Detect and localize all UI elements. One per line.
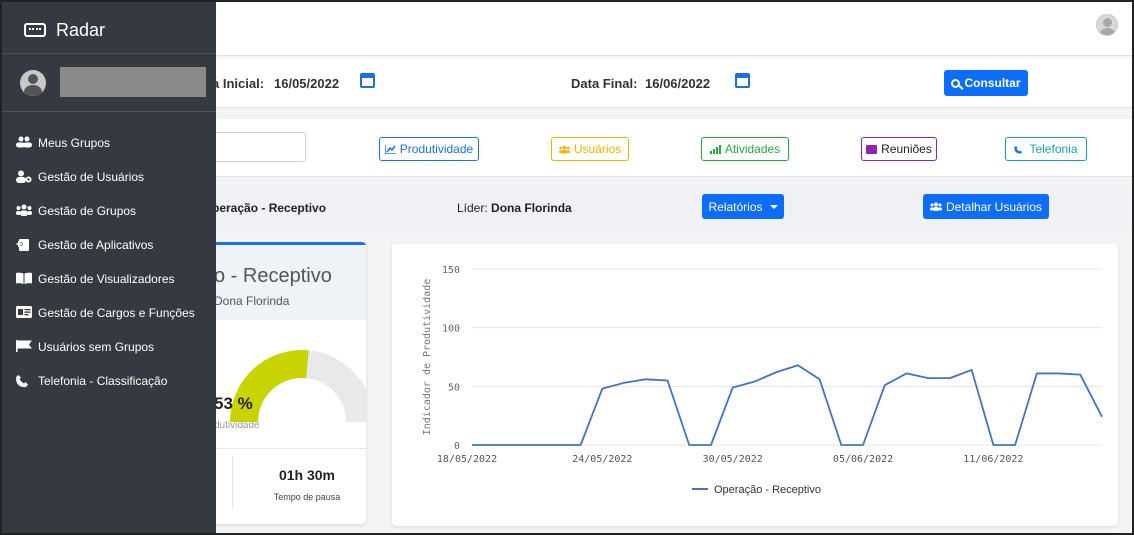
relatorios-dropdown-button[interactable]: Relatórios xyxy=(702,194,784,219)
search-input[interactable] xyxy=(202,132,306,162)
start-date-field[interactable]: 16/05/2022 xyxy=(274,76,339,91)
y-tick-label: 150 xyxy=(442,265,460,276)
end-date-field[interactable]: 16/06/2022 xyxy=(645,76,710,91)
divider xyxy=(232,456,233,508)
sidebar-item-2[interactable]: Gestão de Usuários xyxy=(2,160,216,194)
calendar-icon[interactable] xyxy=(735,73,750,88)
sidebar-item-label: Gestão de Cargos e Funções xyxy=(38,306,195,320)
sidebar-item-label: Gestão de Aplicativos xyxy=(38,238,154,252)
leader-label: Líder: xyxy=(457,201,488,215)
x-tick-label: 24/05/2022 xyxy=(572,454,632,465)
usuarios-label: Usuários xyxy=(573,142,622,156)
sidebar-item-label: Meus Grupos xyxy=(38,136,111,150)
group-summary-card: o - Receptivo Dona Florinda 53 % dutivid… xyxy=(202,242,366,524)
users-icon xyxy=(929,202,942,211)
pause-time-value: 01h 30m xyxy=(278,467,336,483)
detalhar-label: Detalhar Usuários xyxy=(945,199,1043,214)
app-add-icon xyxy=(16,238,32,252)
sidebar: Radar Meus Grupos Gestão de Usuários Gestã… xyxy=(2,2,216,533)
leader-name: Dona Florinda xyxy=(491,201,572,215)
telefonia-button[interactable]: Telefonia xyxy=(1005,137,1087,161)
usuarios-button[interactable]: Usuários xyxy=(551,137,629,161)
sidebar-item-3[interactable]: Gestão de Grupos xyxy=(2,194,216,228)
sidebar-item-1[interactable]: Meus Grupos xyxy=(2,126,216,160)
id-card-icon xyxy=(16,306,32,320)
sidebar-item-label: Gestão de Grupos xyxy=(38,204,137,218)
brand-name: Radar xyxy=(56,20,106,40)
leader-info: Líder: Dona Florinda xyxy=(457,201,572,215)
legend-label: Operação - Receptivo xyxy=(714,484,821,496)
detalhar-usuarios-button[interactable]: Detalhar Usuários xyxy=(923,194,1049,219)
brand[interactable]: Radar xyxy=(2,2,216,54)
sidebar-item-5[interactable]: Gestão de Visualizadores xyxy=(2,262,216,296)
radar-logo-icon xyxy=(24,23,46,37)
calendar-icon xyxy=(866,144,878,154)
user-panel xyxy=(2,54,216,112)
sidebar-nav: Meus Grupos Gestão de Usuários Gestão de G… xyxy=(2,126,216,398)
relatorios-label: Relatórios xyxy=(708,199,763,214)
calendar-icon[interactable] xyxy=(360,73,375,88)
productivity-chart-card: 0 50 100 150 18/05/2022 24/05/2022 30/05/2022 0… xyxy=(392,244,1118,526)
y-tick-label: 0 xyxy=(454,441,460,452)
book-icon xyxy=(16,272,32,286)
start-date-label: a Inicial: xyxy=(212,76,265,91)
card-group-title: o - Receptivo xyxy=(214,265,332,287)
card-group-leader: Dona Florinda xyxy=(214,294,290,308)
pause-time-label: Tempo de pausa xyxy=(273,492,341,502)
user-avatar-icon[interactable] xyxy=(1096,14,1118,36)
productivity-line-chart: 0 50 100 150 18/05/2022 24/05/2022 30/05/2022 0… xyxy=(422,265,1103,496)
sidebar-item-4[interactable]: Gestão de Aplicativos xyxy=(2,228,216,262)
group-icon xyxy=(16,204,32,218)
sidebar-item-7[interactable]: Usuários sem Grupos xyxy=(2,330,216,364)
y-tick-label: 50 xyxy=(448,382,460,393)
end-date-label: Data Final: xyxy=(571,76,638,91)
sidebar-item-label: Gestão de Visualizadores xyxy=(38,272,175,286)
y-tick-label: 100 xyxy=(442,324,460,335)
line-chart-icon xyxy=(384,144,396,154)
phone-icon xyxy=(16,374,32,388)
avatar[interactable] xyxy=(20,70,46,96)
search-icon xyxy=(951,78,961,88)
phone-icon xyxy=(1014,145,1023,154)
atividades-button[interactable]: Atividades xyxy=(701,137,789,161)
divider xyxy=(202,448,366,449)
x-tick-label: 11/06/2022 xyxy=(963,454,1023,465)
sidebar-item-label: Gestão de Usuários xyxy=(38,170,145,184)
reunioes-button[interactable]: Reuniões xyxy=(861,137,937,161)
user-cog-icon xyxy=(16,170,32,184)
users-icon xyxy=(558,145,570,154)
produtividade-label: Produtividade xyxy=(399,142,474,156)
app-window: a Inicial: 16/05/2022 Data Final: 16/06/… xyxy=(0,0,1134,535)
productivity-label: dutividade xyxy=(214,420,260,431)
consultar-label: Consultar xyxy=(964,76,1021,90)
sidebar-item-label: Telefonia - Classificação xyxy=(38,374,168,388)
consultar-button[interactable]: Consultar xyxy=(944,70,1028,96)
card-header: o - Receptivo Dona Florinda xyxy=(202,242,366,320)
bar-signal-icon xyxy=(709,144,721,154)
productivity-percent: 53 % xyxy=(214,394,253,413)
sidebar-item-label: Usuários sem Grupos xyxy=(38,340,155,354)
telefonia-label: Telefonia xyxy=(1029,142,1078,156)
x-tick-label: 18/05/2022 xyxy=(437,454,497,465)
caret-down-icon xyxy=(769,204,778,209)
x-tick-label: 30/05/2022 xyxy=(703,454,763,465)
users-icon xyxy=(16,136,32,150)
x-tick-label: 05/06/2022 xyxy=(833,454,893,465)
user-name-redacted xyxy=(60,67,206,97)
reunioes-label: Reuniões xyxy=(881,142,932,156)
y-axis-label: Indicador de Produtividade xyxy=(422,279,433,436)
series-line xyxy=(472,364,1103,446)
atividades-label: Atividades xyxy=(724,142,781,156)
group-name: peração - Receptivo xyxy=(212,201,327,215)
sidebar-item-6[interactable]: Gestão de Cargos e Funções xyxy=(2,296,216,330)
flag-icon xyxy=(16,340,32,354)
produtividade-button[interactable]: Produtividade xyxy=(379,137,479,161)
sidebar-item-8[interactable]: Telefonia - Classificação xyxy=(2,364,216,398)
